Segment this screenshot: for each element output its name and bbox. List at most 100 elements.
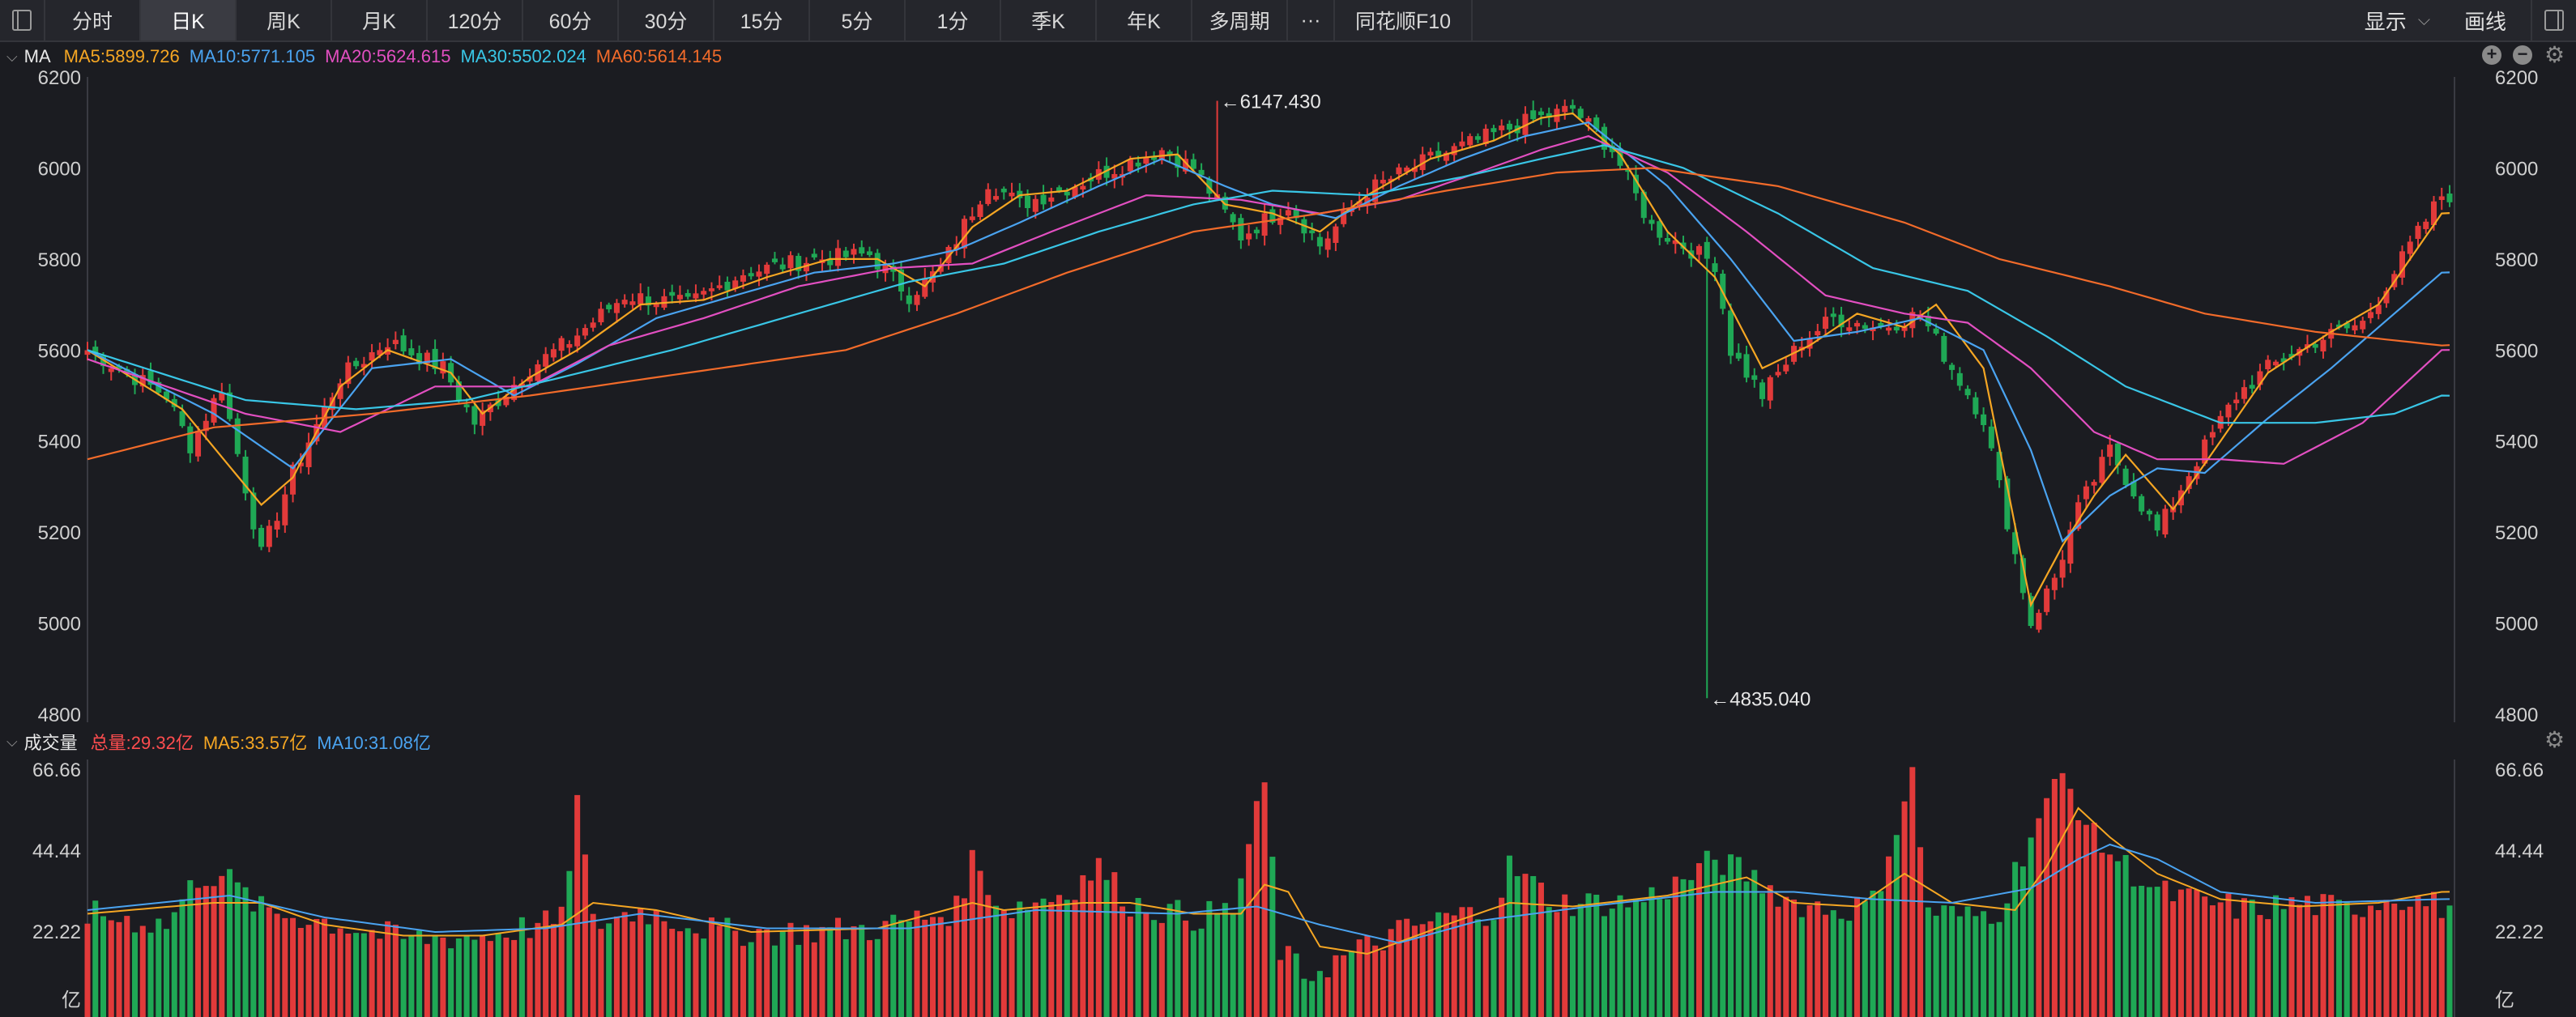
volume-bar	[345, 934, 352, 1017]
volume-bar	[495, 933, 501, 1017]
volume-bar	[859, 925, 865, 1017]
volume-bar	[416, 930, 423, 1017]
price-y-tick-right: 5000	[2495, 614, 2538, 636]
volume-bar	[1728, 854, 1734, 1017]
volume-bar	[606, 923, 612, 1017]
volume-y-tick-right: 66.66	[2495, 760, 2544, 781]
volume-bar	[1806, 905, 1813, 1017]
volume-bar	[369, 930, 375, 1017]
volume-bar	[1696, 863, 1703, 1017]
volume-bar	[834, 917, 841, 1017]
candle-body	[1973, 397, 1979, 415]
candle-body	[2320, 339, 2327, 352]
candle-body	[1032, 198, 1039, 212]
volume-bar	[1775, 906, 1781, 1017]
volume-bar	[132, 932, 139, 1017]
volume-bar	[2423, 906, 2429, 1017]
candle-body	[1324, 238, 1331, 250]
volume-bar	[1064, 900, 1070, 1017]
candle-body	[392, 339, 399, 344]
volume-bar	[756, 929, 762, 1017]
price-y-tick-left: 5200	[38, 522, 81, 544]
volume-bar	[164, 929, 170, 1017]
volume-bar	[1111, 872, 1118, 1017]
volume-bar	[795, 944, 802, 1017]
candle-body	[582, 328, 588, 336]
volume-bar	[1277, 960, 1284, 1017]
volume-bar	[574, 794, 581, 1017]
volume-bar	[1585, 893, 1592, 1017]
volume-bar	[1120, 906, 1126, 1017]
volume-bar	[518, 917, 525, 1017]
candle-body	[1506, 123, 1512, 130]
candle-body	[2044, 588, 2050, 612]
candle-body	[764, 264, 770, 274]
candle-body	[400, 335, 407, 352]
volume-bar	[1577, 904, 1584, 1017]
candle-body	[1577, 109, 1584, 118]
volume-bar	[487, 941, 493, 1017]
volume-bar	[1815, 901, 1821, 1017]
volume-bar	[1870, 890, 1876, 1017]
volume-bar	[787, 922, 794, 1017]
volume-bar	[1261, 782, 1268, 1017]
volume-bar	[2130, 886, 2137, 1017]
candle-body	[779, 264, 786, 270]
volume-bar	[653, 910, 659, 1017]
candle-body	[1333, 226, 1339, 243]
candle-body	[408, 348, 415, 355]
volume-bar	[945, 926, 952, 1017]
candle-body	[1783, 364, 1789, 372]
candle-body	[1009, 192, 1015, 197]
volume-bar	[1032, 902, 1039, 1017]
candle-body	[1261, 213, 1268, 236]
volume-bar	[1380, 950, 1386, 1017]
volume-bar	[2415, 896, 2421, 1017]
volume-bar	[827, 927, 834, 1017]
volume-bar	[724, 917, 731, 1017]
volume-bar	[669, 929, 676, 1017]
volume-bar	[2265, 919, 2271, 1017]
price-y-tick-right: 5800	[2495, 249, 2538, 271]
volume-bar	[1419, 924, 1426, 1017]
volume-bar	[84, 923, 91, 1017]
candle-body	[866, 251, 873, 255]
volume-bar	[803, 925, 809, 1017]
volume-bar	[2154, 887, 2160, 1017]
volume-bar	[2225, 893, 2232, 1017]
volume-bar	[708, 917, 714, 1017]
candle-body	[2059, 560, 2066, 578]
volume-bar	[297, 927, 304, 1017]
volume-bar	[1823, 914, 1829, 1017]
volume-bar	[305, 925, 312, 1017]
candle-body	[598, 309, 604, 323]
candle-body	[1767, 377, 1773, 401]
candle-body	[2225, 404, 2232, 418]
price-y-tick-left: 6200	[38, 67, 81, 89]
volume-bar	[693, 933, 699, 1017]
volume-bar	[977, 870, 983, 1017]
volume-bar	[274, 913, 280, 1017]
candle-body	[1933, 328, 1939, 334]
ma-line-ma60	[87, 167, 2450, 461]
candle-body	[851, 249, 857, 255]
volume-bar	[732, 930, 739, 1017]
volume-bar	[1862, 900, 1868, 1017]
candle-body	[2272, 361, 2279, 366]
volume-bar	[2241, 898, 2247, 1017]
volume-bar	[2280, 908, 2287, 1017]
candle-body	[724, 281, 731, 291]
candle-body	[1886, 327, 1892, 331]
volume-bar	[874, 938, 881, 1017]
volume-bar	[503, 937, 510, 1017]
volume-bar	[1925, 907, 1931, 1017]
volume-bar	[1356, 939, 1363, 1017]
volume-bar	[1158, 922, 1165, 1017]
candle-body	[985, 189, 992, 204]
candle-body	[179, 411, 186, 427]
candle-body	[1064, 191, 1070, 196]
volume-bar	[1569, 916, 1576, 1017]
volume-bar	[629, 921, 636, 1017]
volume-bar	[590, 913, 596, 1017]
kline-chart[interactable]: 6200 6200 6000 6000 5800 5800 5600 5600 5400 5400…	[0, 0, 2576, 1017]
